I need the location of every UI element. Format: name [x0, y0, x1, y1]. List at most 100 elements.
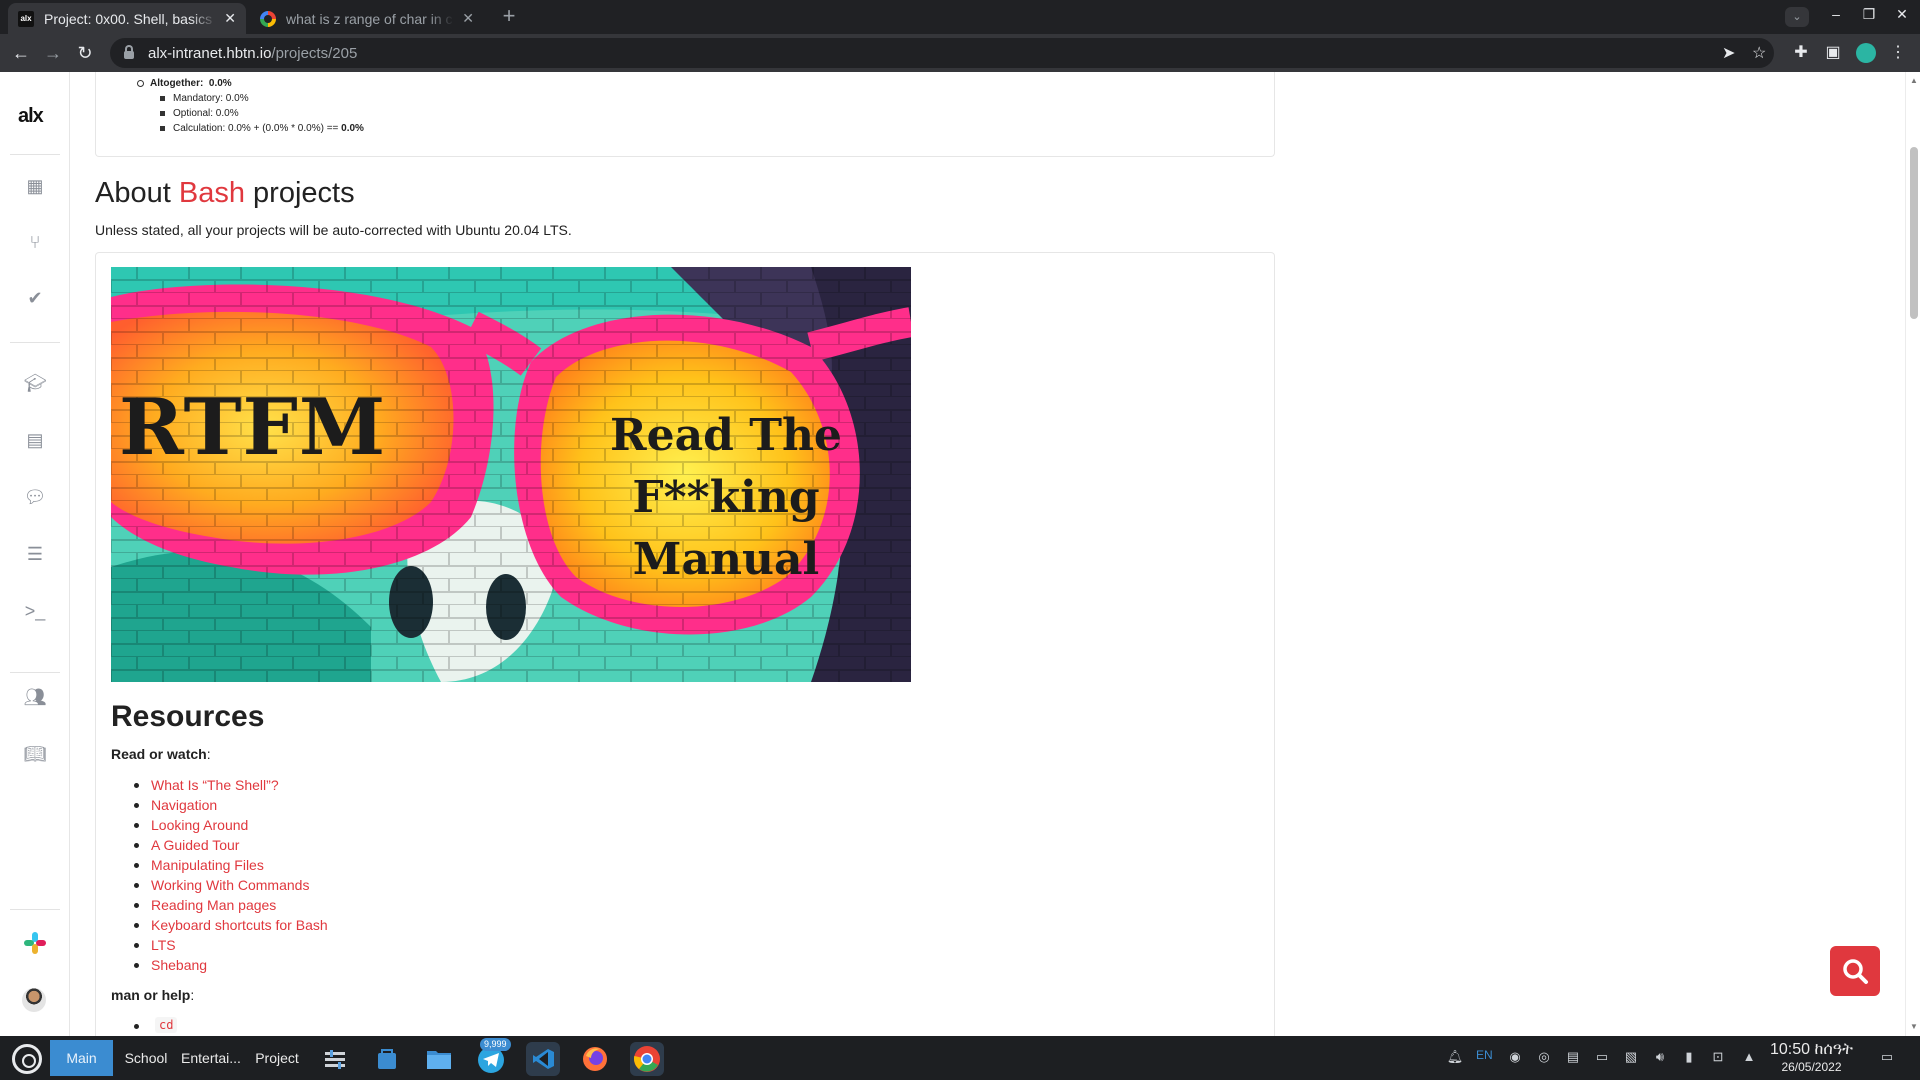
- alx-logo[interactable]: alx: [18, 105, 44, 128]
- list-item: Reading Man pages: [111, 895, 328, 915]
- resource-link[interactable]: Reading Man pages: [151, 897, 276, 913]
- vpn-status-icon[interactable]: ◎: [1535, 1048, 1553, 1066]
- show-desktop-icon[interactable]: ▭: [1876, 1048, 1898, 1066]
- scroll-up-arrow-icon[interactable]: ▲: [1910, 76, 1918, 85]
- score-mandatory: Mandatory: 0.0%: [133, 91, 364, 106]
- scrollbar-thumb[interactable]: [1910, 147, 1918, 319]
- resource-link[interactable]: Keyboard shortcuts for Bash: [151, 917, 328, 933]
- vscode-icon[interactable]: [526, 1042, 560, 1076]
- tab-google-search[interactable]: what is z range of char in c - Google ✕: [250, 3, 484, 34]
- tray-expand-arrow-icon[interactable]: ▲: [1740, 1048, 1758, 1066]
- resource-link[interactable]: Manipulating Files: [151, 857, 264, 873]
- window-close-icon[interactable]: ✕: [1890, 6, 1914, 23]
- about-description: Unless stated, all your projects will be…: [95, 222, 572, 238]
- read-or-watch-label: Read or watch:: [111, 746, 211, 762]
- resource-link[interactable]: Looking Around: [151, 817, 248, 833]
- tab-alx-project[interactable]: alx Project: 0x00. Shell, basics | ALX ✕: [8, 3, 246, 34]
- virtual-desktop-project[interactable]: Project: [245, 1040, 309, 1076]
- calculation-text: Calculation: 0.0% + (0.0% * 0.0%) ==: [173, 123, 339, 134]
- read-or-watch-text: Read or watch: [111, 746, 207, 762]
- book-icon[interactable]: 📖︎: [23, 743, 47, 765]
- notifications-bell-icon[interactable]: 🔔︎: [1446, 1048, 1464, 1066]
- back-arrow-icon[interactable]: ←: [10, 42, 32, 64]
- tab-search-button[interactable]: ⌄: [1785, 7, 1809, 27]
- url-host: alx-intranet.hbtn.io: [148, 44, 272, 62]
- slack-icon[interactable]: [24, 932, 46, 954]
- about-title-prefix: About: [95, 177, 171, 209]
- page-scrollbar[interactable]: ▲ ▼: [1905, 72, 1920, 1036]
- server-icon[interactable]: ☰: [23, 543, 47, 565]
- file-manager-icon[interactable]: [422, 1042, 456, 1076]
- rtfm-text: RTFM: [119, 382, 387, 473]
- about-heading: About Bash projects: [95, 177, 355, 210]
- new-tab-button[interactable]: +: [496, 4, 522, 30]
- avatar[interactable]: [22, 988, 46, 1012]
- volume-icon[interactable]: 🔊︎: [1651, 1048, 1669, 1066]
- bookmark-star-icon[interactable]: ☆: [1752, 43, 1766, 63]
- search-button[interactable]: [1830, 946, 1880, 996]
- terminal-icon[interactable]: >_: [23, 600, 47, 622]
- check-icon[interactable]: ✔: [23, 287, 47, 309]
- document-icon[interactable]: ▤: [23, 429, 47, 451]
- score-altogether: Altogether: 0.0%: [133, 76, 364, 91]
- clipboard-icon[interactable]: ▤: [1564, 1048, 1582, 1066]
- resource-link[interactable]: LTS: [151, 937, 176, 953]
- comments-icon[interactable]: 💬︎: [23, 486, 47, 508]
- list-item: Keyboard shortcuts for Bash: [111, 915, 328, 935]
- users-icon[interactable]: 👥︎: [23, 686, 47, 708]
- code-branch-icon[interactable]: ⑂: [23, 231, 47, 253]
- list-item: What Is “The Shell”?: [111, 775, 328, 795]
- application-launcher-icon[interactable]: [12, 1044, 42, 1074]
- graduation-cap-icon[interactable]: 🎓︎: [23, 372, 47, 394]
- scroll-down-arrow-icon[interactable]: ▼: [1910, 1022, 1918, 1031]
- resources-link-list: What Is “The Shell”? Navigation Looking …: [111, 775, 328, 975]
- search-icon: [1843, 959, 1868, 984]
- kde-connect-icon[interactable]: ▭: [1593, 1048, 1611, 1066]
- resource-link[interactable]: Shebang: [151, 957, 207, 973]
- forward-arrow-icon[interactable]: →: [42, 42, 64, 64]
- system-settings-icon[interactable]: [318, 1042, 352, 1076]
- extensions-puzzle-icon[interactable]: ✚: [1791, 43, 1811, 63]
- battery-icon[interactable]: ▮: [1680, 1048, 1698, 1066]
- nav-divider: [10, 672, 60, 673]
- virtual-desktop-main[interactable]: Main: [50, 1040, 113, 1076]
- network-icon[interactable]: ⊡: [1709, 1048, 1727, 1066]
- send-icon[interactable]: ➤: [1722, 43, 1735, 63]
- nav-divider: [10, 909, 60, 910]
- side-panel-icon[interactable]: ▣: [1823, 43, 1843, 63]
- virtual-desktop-school[interactable]: School: [115, 1040, 177, 1076]
- calendar-icon[interactable]: ▦: [23, 175, 47, 197]
- discover-store-icon[interactable]: [370, 1042, 404, 1076]
- address-bar[interactable]: alx-intranet.hbtn.io/projects/205 ➤ ☆: [110, 38, 1774, 68]
- score-optional: Optional: 0.0%: [133, 106, 364, 121]
- chrome-tray-icon[interactable]: ◉: [1506, 1048, 1524, 1066]
- resource-link[interactable]: A Guided Tour: [151, 837, 239, 853]
- firefox-icon[interactable]: [578, 1042, 612, 1076]
- clock-time: 10:50 ከሰዓት: [1770, 1041, 1853, 1058]
- resource-link[interactable]: Navigation: [151, 797, 217, 813]
- restore-icon[interactable]: ❐: [1857, 6, 1881, 23]
- close-icon[interactable]: ✕: [462, 10, 474, 27]
- list-item: LTS: [111, 935, 328, 955]
- about-title-highlight: Bash: [178, 177, 245, 209]
- keyboard-language-indicator[interactable]: EN: [1476, 1048, 1493, 1062]
- about-title-suffix: projects: [253, 177, 355, 209]
- chrome-icon[interactable]: [630, 1042, 664, 1076]
- altogether-label: Altogether:: [150, 78, 204, 89]
- close-icon[interactable]: ✕: [224, 10, 236, 27]
- altogether-value: 0.0%: [208, 78, 232, 89]
- system-clock[interactable]: 10:50 ከሰዓት 26/05/2022: [1770, 1040, 1853, 1074]
- virtual-desktop-entertainment[interactable]: Entertai...: [179, 1040, 243, 1076]
- screenshot-icon[interactable]: ▧: [1622, 1048, 1640, 1066]
- clock-date: 26/05/2022: [1781, 1060, 1842, 1074]
- resource-link[interactable]: Working With Commands: [151, 877, 309, 893]
- browser-toolbar: ← → ↻ alx-intranet.hbtn.io/projects/205 …: [0, 34, 1920, 72]
- score-summary: Altogether: 0.0% Mandatory: 0.0% Optiona…: [133, 76, 364, 136]
- minimize-icon[interactable]: –: [1824, 6, 1848, 22]
- menu-dots-icon[interactable]: ⋮: [1888, 43, 1908, 63]
- reload-icon[interactable]: ↻: [74, 42, 96, 64]
- man-command-list: cd: [111, 1017, 178, 1033]
- profile-avatar[interactable]: [1856, 43, 1876, 63]
- list-item: Navigation: [111, 795, 328, 815]
- resource-link[interactable]: What Is “The Shell”?: [151, 777, 279, 793]
